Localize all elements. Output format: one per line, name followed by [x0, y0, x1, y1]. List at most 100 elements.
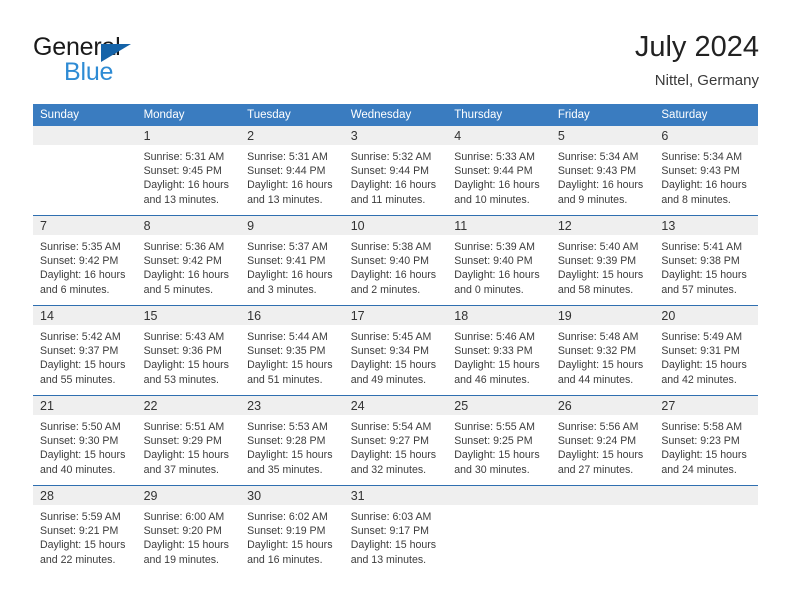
day-number: 23 — [240, 396, 344, 415]
sunrise-text: Sunrise: 5:48 AM — [557, 331, 639, 343]
calendar-day-cell-30[interactable]: 30 Sunrise: 6:02 AM Sunset: 9:19 PM Dayligh… — [240, 485, 344, 575]
sunrise-text: Sunrise: 6:02 AM — [247, 511, 328, 523]
sunset-text: Sunset: 9:21 PM — [40, 525, 119, 538]
day-number: 21 — [33, 396, 137, 415]
day-number — [447, 486, 551, 505]
calendar-day-cell-23[interactable]: 23 Sunrise: 5:53 AM Sunset: 9:28 PM Dayligh… — [240, 395, 344, 486]
day-number: 9 — [240, 216, 344, 235]
calendar-day-cell-29[interactable]: 29 Sunrise: 6:00 AM Sunset: 9:20 PM Dayligh… — [136, 485, 241, 575]
day-number: 24 — [343, 396, 448, 415]
day-number: 22 — [136, 396, 241, 415]
daylight-text-line2: and 10 minutes. — [454, 193, 530, 206]
day-number: 17 — [343, 306, 448, 325]
day-cell-inner: 28 Sunrise: 5:59 AM Sunset: 9:21 PM Dayligh… — [33, 486, 137, 575]
daylight-text-line2: and 5 minutes. — [143, 283, 214, 296]
sunrise-text: Sunrise: 5:45 AM — [350, 331, 432, 343]
day-number: 6 — [654, 126, 758, 145]
day-number: 7 — [33, 216, 137, 235]
calendar-week-row: 21 Sunrise: 5:50 AM Sunset: 9:30 PM Dayligh… — [33, 395, 758, 486]
day-details: Sunrise: 5:59 AM Sunset: 9:21 PM Daylight:… — [33, 505, 137, 575]
day-details: Sunrise: 6:02 AM Sunset: 9:19 PM Daylight:… — [240, 505, 344, 575]
calendar-day-cell-4[interactable]: 4 Sunrise: 5:33 AM Sunset: 9:44 PM Daylight… — [447, 126, 551, 216]
calendar-day-cell-9[interactable]: 9 Sunrise: 5:37 AM Sunset: 9:41 PM Daylight… — [240, 215, 344, 306]
sunset-text: Sunset: 9:20 PM — [143, 525, 222, 538]
calendar-day-cell-18[interactable]: 18 Sunrise: 5:46 AM Sunset: 9:33 PM Dayligh… — [447, 305, 551, 396]
calendar-day-cell-15[interactable]: 15 Sunrise: 5:43 AM Sunset: 9:36 PM Dayligh… — [136, 305, 241, 396]
daylight-text-line1: Daylight: 15 hours — [350, 539, 437, 552]
calendar-day-cell-21[interactable]: 21 Sunrise: 5:50 AM Sunset: 9:30 PM Dayligh… — [33, 395, 137, 486]
calendar-day-cell-5[interactable]: 5 Sunrise: 5:34 AM Sunset: 9:43 PM Daylight… — [550, 126, 655, 216]
sunset-text: Sunset: 9:37 PM — [40, 345, 119, 358]
sunrise-text: Sunrise: 5:58 AM — [661, 421, 743, 433]
calendar-day-cell-28[interactable]: 28 Sunrise: 5:59 AM Sunset: 9:21 PM Dayligh… — [33, 485, 137, 575]
day-details: Sunrise: 5:42 AM Sunset: 9:37 PM Daylight:… — [33, 325, 137, 395]
calendar-day-cell-27[interactable]: 27 Sunrise: 5:58 AM Sunset: 9:23 PM Dayligh… — [654, 395, 758, 486]
general-blue-logo[interactable]: General Blue — [33, 33, 253, 86]
weekday-header-tuesday: Tuesday — [240, 104, 344, 126]
calendar-day-cell-19[interactable]: 19 Sunrise: 5:48 AM Sunset: 9:32 PM Dayligh… — [550, 305, 655, 396]
sunset-text: Sunset: 9:42 PM — [143, 255, 222, 268]
daylight-text-line1: Daylight: 16 hours — [247, 179, 333, 192]
sunrise-text: Sunrise: 5:36 AM — [143, 241, 225, 253]
daylight-text-line2: and 40 minutes. — [40, 463, 116, 476]
day-number: 13 — [654, 216, 758, 235]
sunrise-text: Sunrise: 5:35 AM — [40, 241, 121, 253]
calendar-day-cell-1[interactable]: 1 Sunrise: 5:31 AM Sunset: 9:45 PM Daylight… — [136, 126, 241, 216]
calendar-day-cell-26[interactable]: 26 Sunrise: 5:56 AM Sunset: 9:24 PM Dayligh… — [550, 395, 655, 486]
calendar-day-cell-31[interactable]: 31 Sunrise: 6:03 AM Sunset: 9:17 PM Dayligh… — [343, 485, 448, 575]
day-details: Sunrise: 5:35 AM Sunset: 9:42 PM Daylight:… — [33, 235, 137, 305]
calendar-day-cell-10[interactable]: 10 Sunrise: 5:38 AM Sunset: 9:40 PM Dayligh… — [343, 215, 448, 306]
masthead: General Blue July 2024 Nittel, Germany — [33, 30, 759, 102]
sunrise-text: Sunrise: 5:34 AM — [557, 151, 639, 163]
daylight-text-line1: Daylight: 16 hours — [247, 269, 333, 282]
day-cell-inner: 20 Sunrise: 5:49 AM Sunset: 9:31 PM Dayligh… — [654, 306, 758, 395]
day-details: Sunrise: 6:03 AM Sunset: 9:17 PM Daylight:… — [343, 505, 448, 575]
calendar-day-cell-7[interactable]: 7 Sunrise: 5:35 AM Sunset: 9:42 PM Daylight… — [33, 215, 137, 306]
sunset-text: Sunset: 9:23 PM — [661, 435, 740, 448]
sunrise-text: Sunrise: 5:44 AM — [247, 331, 328, 343]
weekday-header-saturday: Saturday — [654, 104, 758, 126]
calendar-day-cell-12[interactable]: 12 Sunrise: 5:40 AM Sunset: 9:39 PM Dayligh… — [550, 215, 655, 306]
daylight-text-line2: and 13 minutes. — [350, 553, 427, 566]
daylight-text-line2: and 0 minutes. — [454, 283, 524, 296]
calendar-day-cell-11[interactable]: 11 Sunrise: 5:39 AM Sunset: 9:40 PM Dayligh… — [447, 215, 551, 306]
day-number: 27 — [654, 396, 758, 415]
calendar-day-cell-2[interactable]: 2 Sunrise: 5:31 AM Sunset: 9:44 PM Daylight… — [240, 126, 344, 216]
daylight-text-line1: Daylight: 15 hours — [557, 359, 644, 372]
day-number: 8 — [136, 216, 241, 235]
calendar-day-cell-13[interactable]: 13 Sunrise: 5:41 AM Sunset: 9:38 PM Dayligh… — [654, 215, 758, 306]
calendar-day-cell-20[interactable]: 20 Sunrise: 5:49 AM Sunset: 9:31 PM Dayligh… — [654, 305, 758, 396]
calendar-day-cell-3[interactable]: 3 Sunrise: 5:32 AM Sunset: 9:44 PM Daylight… — [343, 126, 448, 216]
sunset-text: Sunset: 9:25 PM — [454, 435, 533, 448]
daylight-text-line2: and 19 minutes. — [143, 553, 219, 566]
sunrise-text: Sunrise: 5:33 AM — [454, 151, 535, 163]
day-cell-inner — [550, 486, 655, 575]
sunset-text: Sunset: 9:31 PM — [661, 345, 740, 358]
day-details: Sunrise: 5:34 AM Sunset: 9:43 PM Daylight:… — [550, 145, 655, 215]
calendar-day-cell-24[interactable]: 24 Sunrise: 5:54 AM Sunset: 9:27 PM Dayligh… — [343, 395, 448, 486]
sunrise-text: Sunrise: 5:46 AM — [454, 331, 535, 343]
calendar-day-cell-8[interactable]: 8 Sunrise: 5:36 AM Sunset: 9:42 PM Daylight… — [136, 215, 241, 306]
day-details — [33, 145, 137, 215]
day-number — [654, 486, 758, 505]
daylight-text-line2: and 13 minutes. — [143, 193, 219, 206]
logo-text-general: General — [33, 33, 121, 61]
daylight-text-line2: and 9 minutes. — [557, 193, 628, 206]
day-number: 28 — [33, 486, 137, 505]
calendar-day-cell-17[interactable]: 17 Sunrise: 5:45 AM Sunset: 9:34 PM Dayligh… — [343, 305, 448, 396]
day-number: 20 — [654, 306, 758, 325]
calendar-day-cell-6[interactable]: 6 Sunrise: 5:34 AM Sunset: 9:43 PM Daylight… — [654, 126, 758, 216]
daylight-text-line2: and 53 minutes. — [143, 373, 219, 386]
sunrise-text: Sunrise: 6:00 AM — [143, 511, 225, 523]
calendar-day-cell-16[interactable]: 16 Sunrise: 5:44 AM Sunset: 9:35 PM Dayligh… — [240, 305, 344, 396]
day-details: Sunrise: 5:51 AM Sunset: 9:29 PM Daylight:… — [136, 415, 241, 485]
day-cell-inner: 4 Sunrise: 5:33 AM Sunset: 9:44 PM Daylight… — [447, 126, 551, 215]
calendar-day-cell-14[interactable]: 14 Sunrise: 5:42 AM Sunset: 9:37 PM Dayligh… — [33, 305, 137, 396]
daylight-text-line2: and 32 minutes. — [350, 463, 427, 476]
daylight-text-line1: Daylight: 15 hours — [454, 359, 540, 372]
daylight-text-line2: and 24 minutes. — [661, 463, 737, 476]
calendar-day-cell-25[interactable]: 25 Sunrise: 5:55 AM Sunset: 9:25 PM Dayligh… — [447, 395, 551, 486]
calendar-day-cell-22[interactable]: 22 Sunrise: 5:51 AM Sunset: 9:29 PM Dayligh… — [136, 395, 241, 486]
daylight-text-line1: Daylight: 15 hours — [454, 449, 540, 462]
day-details: Sunrise: 5:37 AM Sunset: 9:41 PM Daylight:… — [240, 235, 344, 305]
